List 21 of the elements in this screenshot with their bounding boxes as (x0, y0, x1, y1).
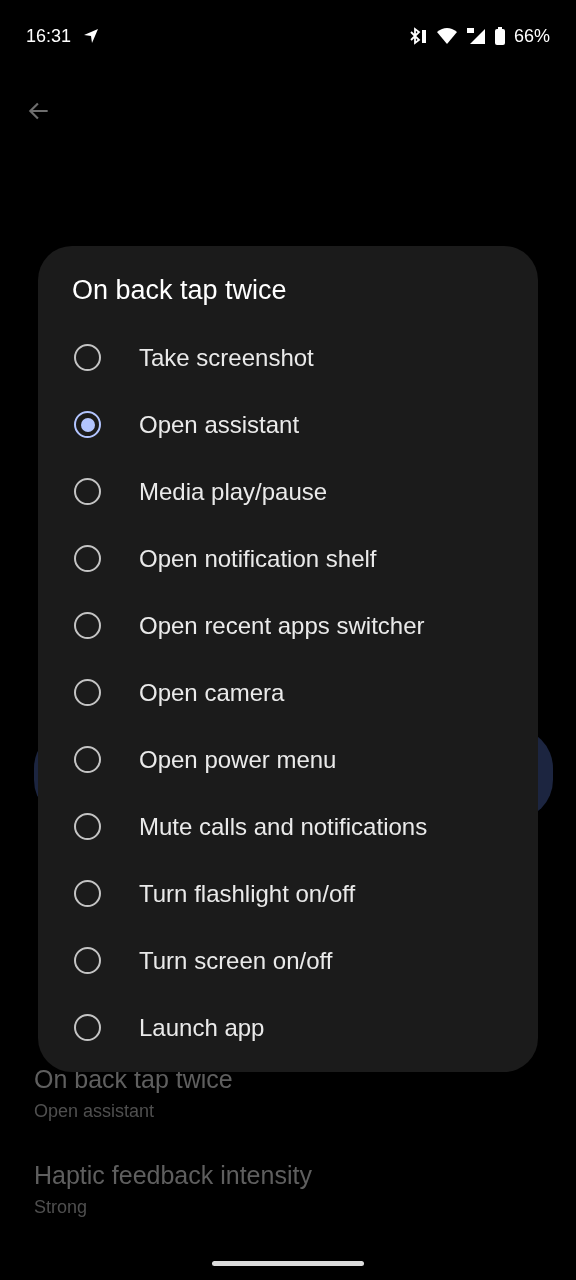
radio-option[interactable]: Turn screen on/off (38, 927, 538, 994)
radio-option[interactable]: Open power menu (38, 726, 538, 793)
radio-option[interactable]: Turn flashlight on/off (38, 860, 538, 927)
dialog-title: On back tap twice (71, 274, 288, 307)
radio-option[interactable]: Open notification shelf (38, 525, 538, 592)
setting-summary: Strong (34, 1196, 89, 1218)
bluetooth-icon (407, 27, 428, 45)
radio-option[interactable]: Launch app (38, 994, 538, 1061)
setting-summary: Open assistant (34, 1100, 156, 1122)
radio-option[interactable]: Open recent apps switcher (38, 592, 538, 659)
radio-option[interactable]: Media play/pause (38, 458, 538, 525)
location-arrow-icon (83, 28, 100, 44)
radio-option[interactable]: Open camera (38, 659, 538, 726)
radio-option[interactable]: Mute calls and notifications (38, 793, 538, 860)
radio-option[interactable]: Take screenshot (38, 324, 538, 391)
battery-percentage: 66% (513, 24, 550, 48)
battery-icon (493, 27, 506, 45)
radio-option[interactable]: Open assistant (38, 391, 538, 458)
status-time: 16:31 (26, 24, 72, 48)
wifi-icon (435, 27, 458, 45)
signal-icon (465, 27, 486, 45)
